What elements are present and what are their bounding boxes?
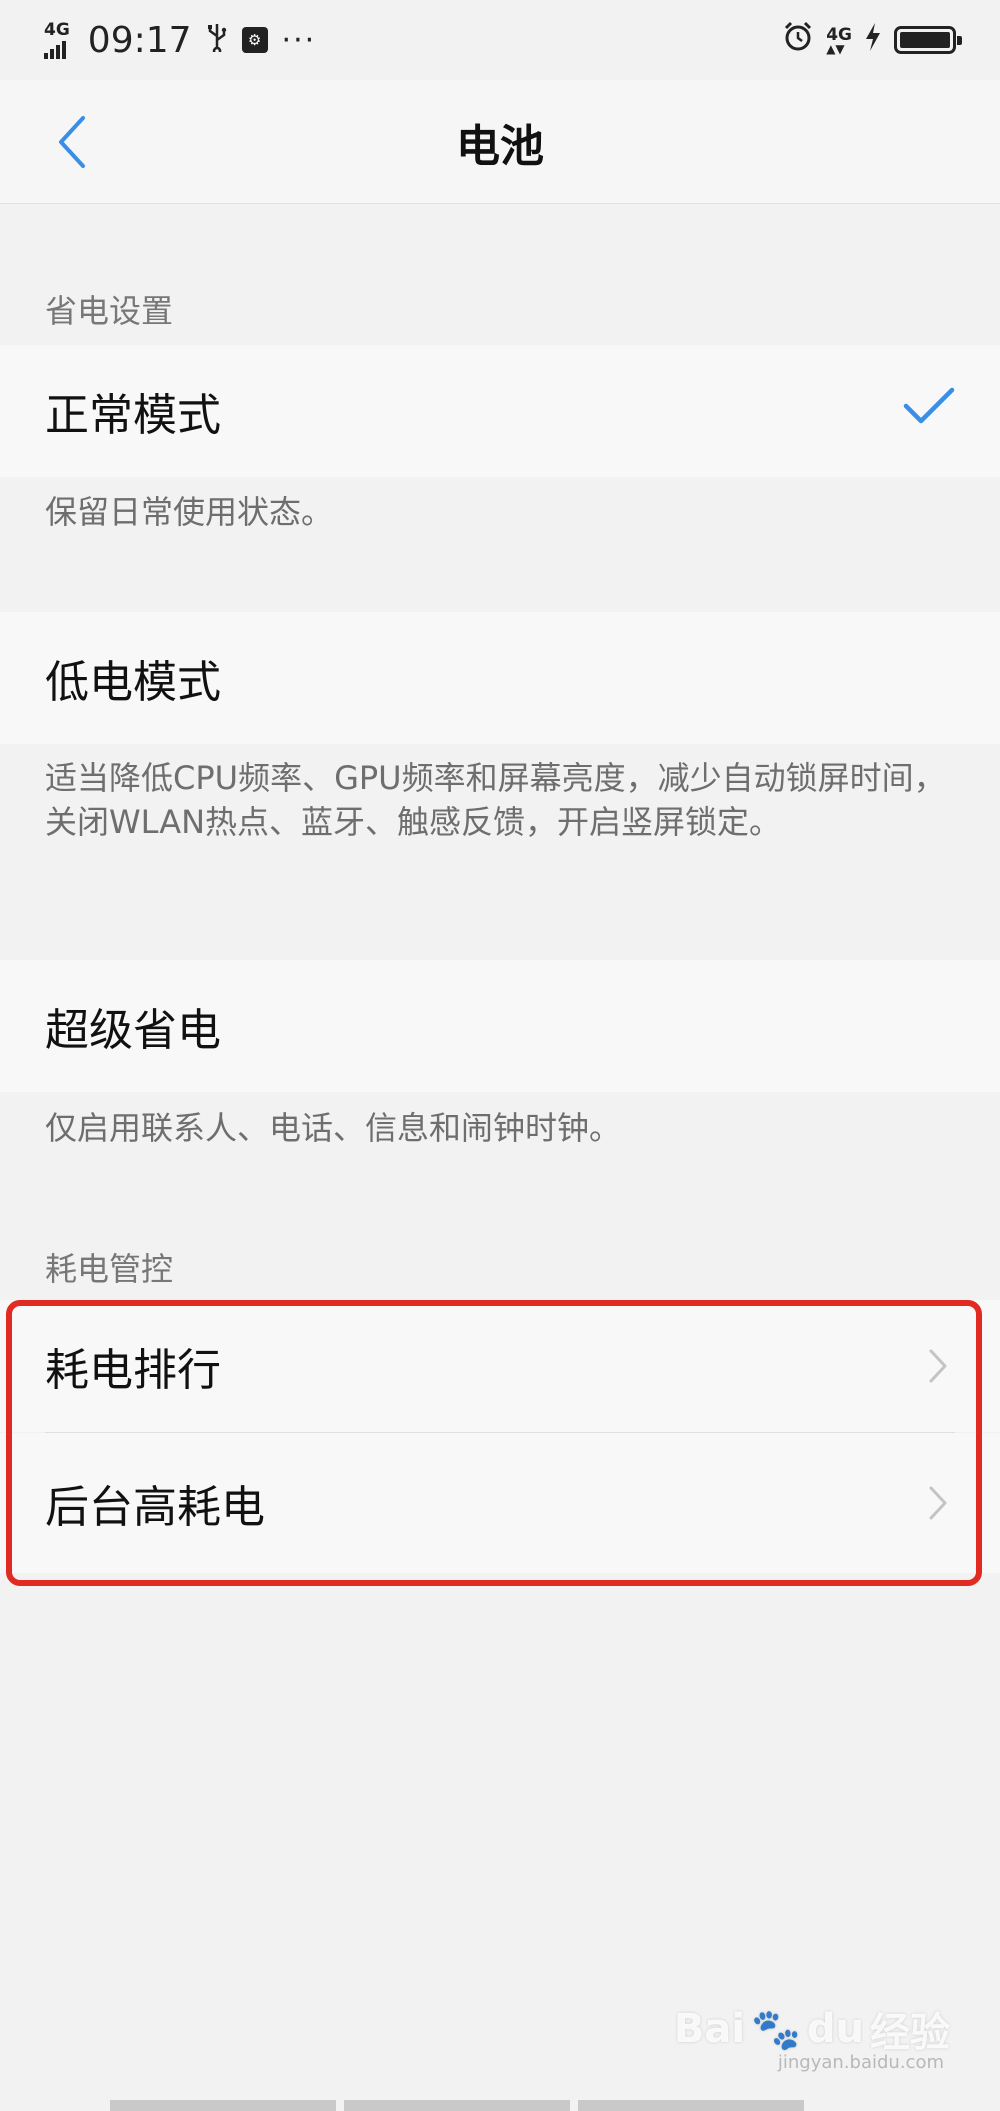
item-label: 耗电排行 (45, 1345, 221, 1396)
section-label-power-control: 耗电管控 (45, 1250, 174, 1288)
navigation-header: 电池 (0, 80, 1000, 204)
battery-level-fill (900, 32, 950, 48)
paw-icon: 🐾 (751, 2006, 801, 2053)
chevron-right-icon (921, 1486, 955, 1520)
page-title: 电池 (456, 120, 544, 172)
status-bar: 4G 09:17 ⚙ ··· 4G ▲▼ (0, 0, 1000, 80)
mode-low-power[interactable]: 低电模式 (0, 612, 1000, 744)
chevron-right-icon (921, 1349, 955, 1383)
status-time: 09:17 (87, 19, 192, 61)
watermark-suffix: 经验 (870, 2010, 950, 2056)
section-label-power-saving: 省电设置 (45, 292, 174, 330)
battery-settings-screen: 4G 09:17 ⚙ ··· 4G ▲▼ 电池 省电设置 正常模式 保留日常使用… (0, 0, 1000, 2111)
watermark-url: jingyan.baidu.com (777, 2052, 944, 2073)
bottom-navigation-bars (110, 2100, 804, 2111)
mode-super-saving[interactable]: 超级省电 (0, 960, 1000, 1092)
mode-description: 仅启用联系人、电话、信息和闹钟时钟。 (45, 1109, 622, 1147)
usb-debug-icon: ⚙ (241, 27, 268, 53)
charging-icon (864, 20, 882, 61)
cellular-signal: 4G (44, 19, 70, 59)
background-high-usage-item[interactable]: 后台高耗电 (0, 1433, 1000, 1573)
network-type-left: 4G (44, 19, 70, 40)
mode-label: 超级省电 (45, 1005, 221, 1056)
mode-label: 正常模式 (45, 390, 221, 441)
cellular-signal-right: 4G ▲▼ (826, 24, 852, 56)
mode-normal[interactable]: 正常模式 (0, 345, 1000, 477)
watermark-brand-du: du (806, 2006, 864, 2052)
mode-description: 适当降低CPU频率、GPU频率和屏幕亮度，减少自动锁屏时间，关闭WLAN热点、蓝… (45, 759, 946, 841)
back-button[interactable] (44, 114, 100, 170)
more-notifications-icon: ··· (281, 22, 317, 58)
checkmark-icon (903, 386, 955, 437)
power-ranking-item[interactable]: 耗电排行 (0, 1300, 1000, 1432)
signal-bars-icon (44, 40, 66, 59)
battery-icon (894, 26, 962, 54)
item-label: 后台高耗电 (45, 1482, 265, 1533)
network-type-right: 4G (826, 24, 852, 45)
chevron-left-icon (59, 116, 85, 168)
alarm-icon (782, 20, 814, 61)
usb-icon (206, 22, 228, 59)
watermark-brand: Bai (673, 2006, 746, 2052)
baidu-watermark-logo: Bai 🐾 du 经验 (674, 2000, 950, 2058)
mode-label: 低电模式 (45, 657, 221, 708)
mode-description: 保留日常使用状态。 (45, 493, 334, 531)
